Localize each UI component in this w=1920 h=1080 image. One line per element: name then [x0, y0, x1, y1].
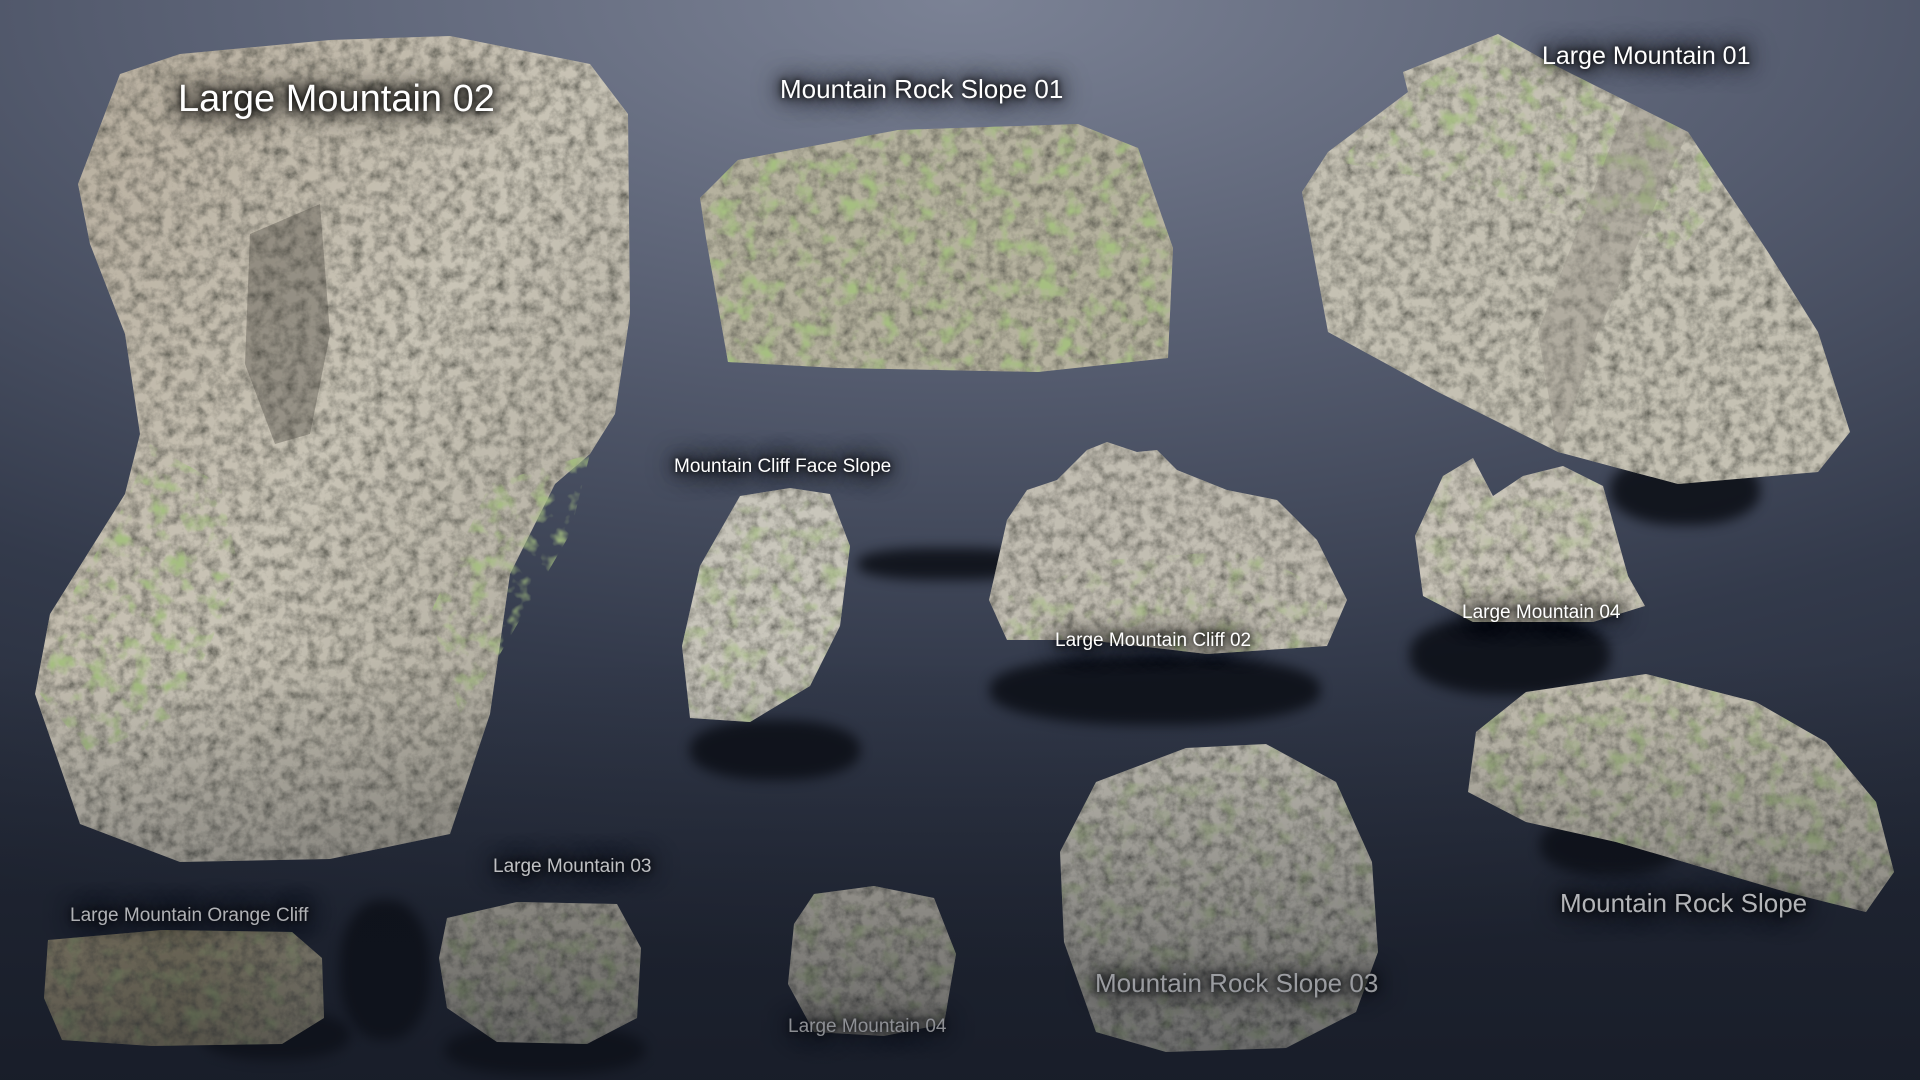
mountain-rock-slope-model [1466, 672, 1896, 918]
mountain-rock-slope-03-label: Mountain Rock Slope 03 [1095, 968, 1379, 998]
reflection-shadow [990, 655, 1320, 725]
mountain-rock-slope-03-model [1056, 742, 1382, 1054]
large-mountain-01-model [1298, 32, 1850, 484]
reflection-shadow [690, 720, 860, 780]
large-mountain-03-label: Large Mountain 03 [493, 856, 652, 877]
reflection-shadow [340, 900, 430, 1040]
mountain-rock-slope-01-label: Mountain Rock Slope 01 [780, 74, 1064, 104]
large-mountain-orange-cliff-model [42, 928, 326, 1048]
large-mountain-04-bottom-model [784, 884, 960, 1038]
large-mountain-orange-cliff-label: Large Mountain Orange Cliff [70, 905, 309, 926]
large-mountain-04-right-model [1413, 456, 1645, 624]
mountain-rock-slope-label: Mountain Rock Slope [1560, 888, 1808, 918]
large-mountain-cliff-02-label: Large Mountain Cliff 02 [1055, 630, 1252, 651]
large-mountain-04-right-label: Large Mountain 04 [1462, 602, 1621, 623]
large-mountain-02-label: Large Mountain 02 [178, 78, 495, 120]
asset-showcase: Large Mountain 02 Mountain Rock Slope 01… [0, 0, 1920, 1080]
large-mountain-02-model [30, 14, 640, 864]
mountain-rock-slope-01-model [698, 118, 1178, 376]
large-mountain-03-model [437, 898, 645, 1048]
large-mountain-cliff-02-model [987, 440, 1350, 654]
mountain-cliff-face-slope-model [680, 486, 855, 726]
large-mountain-04-bottom-label: Large Mountain 04 [788, 1016, 947, 1037]
mountain-cliff-face-slope-label: Mountain Cliff Face Slope [674, 456, 892, 477]
large-mountain-01-label: Large Mountain 01 [1542, 42, 1751, 70]
